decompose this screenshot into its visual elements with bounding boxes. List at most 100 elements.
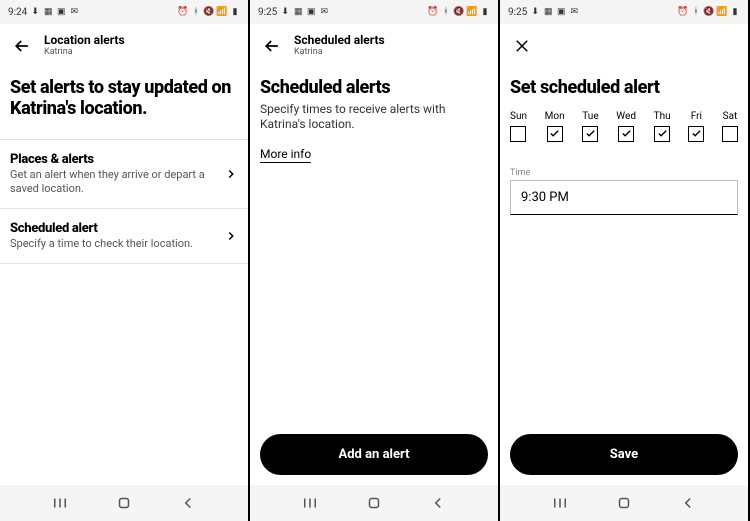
mute-icon: 🔇 [204,7,214,17]
screen-scheduled-alerts: 9:25 ⬇ ▦ ▣ ✉ ⏰ ᚼ 🔇 📶 ▮ Scheduled alerts … [250,0,500,521]
status-time: 9:24 [8,7,27,18]
status-right: ⏰ ᚼ 🔇 📶 ▮ [428,7,490,17]
nav-back-button[interactable] [679,494,697,512]
mail-icon: ✉ [569,7,579,17]
close-button[interactable] [510,34,534,58]
download-icon: ⬇ [530,7,540,17]
add-alert-button[interactable]: Add an alert [260,434,488,475]
status-bar: 9:24 ⬇ ▦ ▣ ✉ ⏰ ᚼ 🔇 📶 ▮ [0,0,248,24]
day-label: Sun [510,111,527,122]
recents-icon [551,494,569,512]
status-time: 9:25 [258,7,277,18]
day-checkbox-fri[interactable] [688,126,704,142]
day-checkbox-mon[interactable] [547,126,563,142]
bluetooth-icon: ᚼ [441,7,451,17]
hero-heading: Set scheduled alert [510,78,738,99]
more-info-link[interactable]: More info [260,147,311,163]
day-checkbox-wed[interactable] [618,126,634,142]
download-icon: ⬇ [280,7,290,17]
day-checkbox-sun[interactable] [510,126,526,142]
mail-icon: ✉ [69,7,79,17]
day-column-mon: Mon [545,111,565,142]
screen2-content: Scheduled alerts Specify times to receiv… [250,78,498,424]
bluetooth-icon: ᚼ [691,7,701,17]
hero-heading: Set alerts to stay updated on Katrina's … [10,78,238,119]
header-subtitle: Katrina [44,48,125,58]
chevron-right-icon [224,167,238,181]
home-icon [115,494,133,512]
day-column-fri: Fri [688,111,704,142]
android-nav-bar [0,485,248,521]
arrow-left-icon [262,36,282,56]
mail-icon: ✉ [319,7,329,17]
close-icon [513,37,531,55]
options-list: Places & alerts Get an alert when they a… [0,139,248,263]
nav-home-button[interactable] [115,494,133,512]
header-text: Location alerts Katrina [44,34,125,57]
status-left: 9:25 ⬇ ▦ ▣ ✉ [508,7,579,18]
status-right: ⏰ ᚼ 🔇 📶 ▮ [178,7,240,17]
screen-location-alerts: 9:24 ⬇ ▦ ▣ ✉ ⏰ ᚼ 🔇 📶 ▮ Location alerts K… [0,0,250,521]
day-label: Sat [723,111,738,122]
recents-icon [51,494,69,512]
day-label: Thu [654,111,671,122]
status-left: 9:25 ⬇ ▦ ▣ ✉ [258,7,329,18]
back-button[interactable] [260,34,284,58]
nav-home-button[interactable] [365,494,383,512]
status-bar: 9:25 ⬇ ▦ ▣ ✉ ⏰ ᚼ 🔇 📶 ▮ [250,0,498,24]
row-title: Scheduled alert [10,221,218,236]
day-checkbox-sat[interactable] [722,126,738,142]
check-icon [691,128,702,139]
day-label: Wed [616,111,636,122]
app-header: Location alerts Katrina [0,24,248,78]
header-title: Location alerts [44,34,125,47]
day-column-sun: Sun [510,111,527,142]
status-bar: 9:25 ⬇ ▦ ▣ ✉ ⏰ ᚼ 🔇 📶 ▮ [500,0,748,24]
header-title: Scheduled alerts [294,34,385,47]
back-button[interactable] [10,34,34,58]
signal-icon: 📶 [717,7,727,17]
row-scheduled-alert[interactable]: Scheduled alert Specify a time to check … [0,208,248,264]
back-icon [429,494,447,512]
nav-home-button[interactable] [615,494,633,512]
screen1-content: Set alerts to stay updated on Katrina's … [0,78,248,485]
day-column-tue: Tue [582,111,598,142]
bluetooth-icon: ᚼ [191,7,201,17]
check-icon [657,128,668,139]
row-places-alerts[interactable]: Places & alerts Get an alert when they a… [0,139,248,208]
app-icon: ▦ [43,7,53,17]
battery-icon: ▮ [480,7,490,17]
back-icon [179,494,197,512]
day-checkbox-thu[interactable] [654,126,670,142]
nav-back-button[interactable] [429,494,447,512]
hero-heading: Scheduled alerts [260,78,488,99]
save-button[interactable]: Save [510,434,738,475]
time-field[interactable]: 9:30 PM [510,180,738,215]
status-right: ⏰ ᚼ 🔇 📶 ▮ [678,7,740,17]
app-icon: ▦ [543,7,553,17]
app-icon: ▦ [293,7,303,17]
nav-recents-button[interactable] [301,494,319,512]
android-nav-bar [250,485,498,521]
day-column-wed: Wed [616,111,636,142]
image-icon: ▣ [306,7,316,17]
day-label: Tue [582,111,598,122]
day-column-thu: Thu [654,111,671,142]
chevron-right-icon [224,229,238,243]
nav-recents-button[interactable] [51,494,69,512]
battery-icon: ▮ [730,7,740,17]
back-icon [679,494,697,512]
days-row: Sun Mon Tue Wed Thu Fri Sat [510,111,738,142]
app-header [500,24,748,78]
alarm-icon: ⏰ [178,7,188,17]
screen-set-scheduled-alert: 9:25 ⬇ ▦ ▣ ✉ ⏰ ᚼ 🔇 📶 ▮ Set scheduled ale… [500,0,750,521]
check-icon [621,128,632,139]
button-wrap: Save [500,424,748,485]
row-text: Places & alerts Get an alert when they a… [10,152,224,196]
nav-recents-button[interactable] [551,494,569,512]
status-left: 9:24 ⬇ ▦ ▣ ✉ [8,7,79,18]
hero-description: Specify times to receive alerts with Kat… [260,102,488,133]
day-checkbox-tue[interactable] [582,126,598,142]
battery-icon: ▮ [230,7,240,17]
nav-back-button[interactable] [179,494,197,512]
